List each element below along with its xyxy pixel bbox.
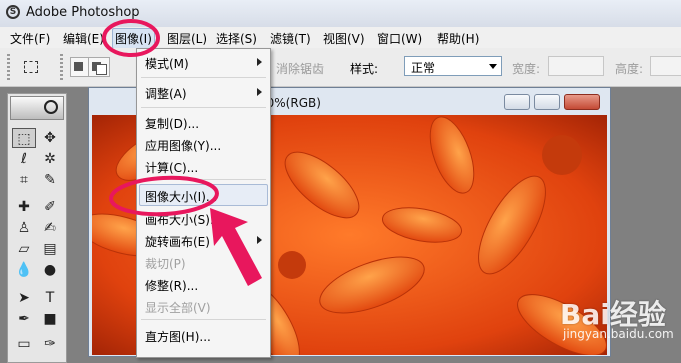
minimize-button[interactable] — [504, 94, 530, 110]
menu-item-histogram[interactable]: 直方图(H)... — [145, 328, 211, 345]
chevron-down-icon — [489, 64, 497, 69]
ps-logo-icon: S — [6, 5, 20, 19]
submenu-arrow-icon — [257, 236, 262, 244]
grip-handle[interactable] — [60, 54, 63, 80]
toolbox-header[interactable] — [10, 96, 64, 120]
style-label: 样式: — [350, 62, 379, 76]
grip-handle[interactable] — [7, 54, 10, 80]
menu-item-adjust[interactable]: 调整(A) — [145, 85, 187, 102]
lasso-tool-icon[interactable]: ℓ — [12, 149, 36, 169]
maximize-button[interactable] — [534, 94, 560, 110]
options-bar: 消除锯齿 样式: 正常 宽度: 高度: — [0, 48, 681, 87]
close-button[interactable] — [564, 94, 600, 110]
menu-item-apply-image[interactable]: 应用图像(Y)... — [145, 137, 221, 154]
image-menu-dropdown: 模式(M) 调整(A) 复制(D)... 应用图像(Y)... 计算(C)...… — [136, 48, 271, 358]
submenu-arrow-icon — [257, 88, 262, 96]
notes-tool-icon[interactable]: ▭ — [12, 334, 36, 354]
height-label: 高度: — [615, 62, 644, 76]
menu-item-calculations[interactable]: 计算(C)... — [145, 159, 198, 176]
eraser-tool-icon[interactable]: ▱ — [12, 239, 36, 259]
slice-tool-icon[interactable]: ✎ — [38, 170, 62, 190]
blur-tool-icon[interactable]: 💧 — [12, 260, 36, 280]
path-selection-tool-icon[interactable]: ➤ — [12, 288, 36, 308]
marquee-tool-icon[interactable] — [20, 57, 42, 77]
menu-item-trim[interactable]: 修整(R)... — [145, 277, 198, 294]
move-tool-icon[interactable]: ✥ — [38, 128, 62, 148]
type-tool-icon[interactable]: T — [38, 288, 62, 308]
submenu-arrow-icon — [257, 58, 262, 66]
rectangular-marquee-tool-icon[interactable]: ⬚ — [12, 128, 36, 148]
separator — [141, 319, 266, 320]
menu-window[interactable]: 窗口(W) — [377, 30, 422, 47]
magic-wand-tool-icon[interactable]: ✲ — [38, 149, 62, 169]
menu-item-canvas-size[interactable]: 画布大小(S)... — [145, 211, 221, 228]
separator — [141, 179, 266, 180]
rectangle-tool-icon[interactable]: ■ — [38, 309, 62, 329]
menu-image[interactable]: 图像(I) — [112, 28, 155, 49]
title-bar: S Adobe Photoshop — [0, 0, 681, 28]
menu-bar: 文件(F) 编辑(E) 图像(I) 图层(L) 选择(S) 滤镜(T) 视图(V… — [0, 27, 681, 49]
style-select-value: 正常 — [411, 61, 436, 75]
watermark-url: jingyan.baidu.com — [563, 327, 674, 341]
menu-edit[interactable]: 编辑(E) — [63, 30, 104, 47]
menu-view[interactable]: 视图(V) — [323, 30, 365, 47]
width-label: 宽度: — [512, 62, 541, 76]
eye-logo-icon — [44, 100, 58, 114]
crop-tool-icon[interactable]: ⌗ — [12, 170, 36, 190]
window-title: Adobe Photoshop — [26, 5, 140, 20]
menu-filter[interactable]: 滤镜(T) — [270, 30, 311, 47]
menu-item-mode[interactable]: 模式(M) — [145, 55, 189, 72]
clone-stamp-tool-icon[interactable]: ♙ — [12, 218, 36, 238]
menu-help[interactable]: 帮助(H) — [437, 30, 479, 47]
style-select[interactable]: 正常 — [404, 56, 502, 76]
menu-layer[interactable]: 图层(L) — [167, 30, 207, 47]
menu-item-image-size[interactable]: 图像大小(I)... — [145, 188, 217, 205]
menu-item-crop[interactable]: 裁切(P) — [145, 255, 186, 272]
gradient-tool-icon[interactable]: ▤ — [38, 239, 62, 259]
separator — [141, 77, 266, 78]
separator — [141, 107, 266, 108]
menu-item-duplicate[interactable]: 复制(D)... — [145, 115, 199, 132]
width-field[interactable] — [548, 56, 604, 76]
toolbox: ⬚ ✥ ℓ ✲ ⌗ ✎ ✚ ✐ ♙ ✍ ▱ ▤ 💧 ● ➤ T ✒ ■ ▭ ✑ — [7, 93, 67, 363]
menu-item-reveal-all[interactable]: 显示全部(V) — [145, 299, 211, 316]
dodge-tool-icon[interactable]: ● — [38, 260, 62, 280]
healing-brush-tool-icon[interactable]: ✚ — [12, 197, 36, 217]
pen-tool-icon[interactable]: ✒ — [12, 309, 36, 329]
add-selection-icon[interactable] — [88, 57, 110, 77]
menu-item-rotate-canvas[interactable]: 旋转画布(E) — [145, 233, 210, 250]
history-brush-tool-icon[interactable]: ✍ — [38, 218, 62, 238]
menu-select[interactable]: 选择(S) — [216, 30, 257, 47]
height-field[interactable] — [650, 56, 681, 76]
eyedropper-tool-icon[interactable]: ✑ — [38, 334, 62, 354]
brush-tool-icon[interactable]: ✐ — [38, 197, 62, 217]
menu-file[interactable]: 文件(F) — [10, 30, 50, 47]
antialias-label: 消除锯齿 — [276, 62, 325, 76]
